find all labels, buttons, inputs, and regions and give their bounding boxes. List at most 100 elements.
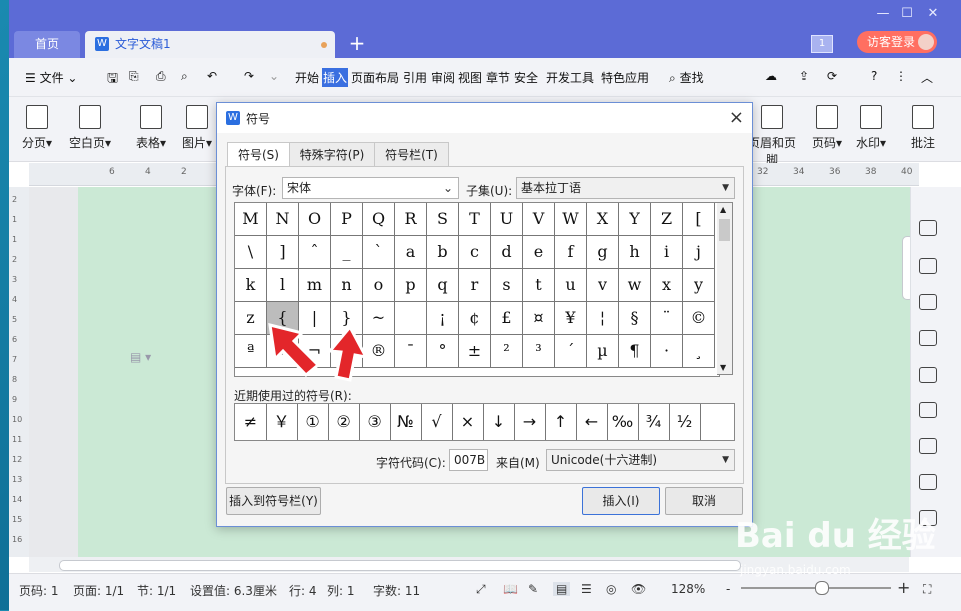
- recent-symbol-cell[interactable]: ¾: [638, 404, 670, 440]
- file-menu[interactable]: ☰ 文件 ⌄: [25, 69, 77, 86]
- tab-symbol[interactable]: 符号(S): [227, 142, 290, 168]
- symbol-cell[interactable]: d: [491, 236, 523, 269]
- symbol-cell[interactable]: e: [523, 236, 555, 269]
- symbol-cell[interactable]: Q: [363, 203, 395, 236]
- recent-symbols[interactable]: ≠ ￥ ① ② ③ № √ × ↓ → ↑ ← ‰ ¾ ½: [234, 403, 735, 441]
- recent-symbol-cell[interactable]: ←: [576, 404, 608, 440]
- symbol-cell[interactable]: m: [299, 269, 331, 302]
- symbol-cell[interactable]: W: [555, 203, 587, 236]
- symbol-cell[interactable]: ¡: [427, 302, 459, 335]
- recent-symbol-cell[interactable]: ②: [328, 404, 360, 440]
- chart-icon[interactable]: [919, 367, 937, 383]
- recent-symbol-cell[interactable]: ①: [297, 404, 329, 440]
- symbol-grid-scroll-thumb[interactable]: [719, 219, 730, 241]
- more-icon[interactable]: ⌄: [269, 69, 279, 83]
- grid-icon[interactable]: [919, 330, 937, 346]
- eye-protect-icon[interactable]: 👁: [631, 582, 646, 596]
- collapse-ribbon-icon[interactable]: ︿: [921, 69, 933, 86]
- close-window-icon[interactable]: ✕: [923, 6, 943, 21]
- share-icon[interactable]: ⇪: [799, 69, 809, 83]
- symbol-cell[interactable]: l: [267, 269, 299, 302]
- symbol-cell[interactable]: N: [267, 203, 299, 236]
- window-count-badge[interactable]: 1: [811, 35, 833, 53]
- menu-start[interactable]: 开始: [295, 69, 319, 86]
- symbol-cell[interactable]: t: [523, 269, 555, 302]
- web-view-icon[interactable]: ◎: [606, 582, 616, 596]
- symbol-cell[interactable]: w: [619, 269, 651, 302]
- symbol-cell[interactable]: v: [587, 269, 619, 302]
- sync-icon[interactable]: ⟳: [827, 69, 837, 83]
- symbol-cell[interactable]: o: [363, 269, 395, 302]
- symbol-cell[interactable]: V: [523, 203, 555, 236]
- symbol-cell[interactable]: y: [683, 269, 715, 302]
- recent-symbol-cell[interactable]: №: [390, 404, 422, 440]
- blank-page-button[interactable]: 空白页▾: [65, 105, 115, 151]
- zoom-value[interactable]: 128%: [671, 582, 705, 596]
- menu-features[interactable]: 特色应用: [601, 69, 649, 86]
- tab-symbol-bar[interactable]: 符号栏(T): [374, 142, 449, 167]
- print-icon[interactable]: ⎙: [156, 69, 166, 84]
- symbol-cell[interactable]: U: [491, 203, 523, 236]
- minimize-icon[interactable]: —: [873, 6, 893, 21]
- save-icon[interactable]: 🖫: [107, 69, 118, 91]
- recent-symbol-cell[interactable]: ½: [669, 404, 701, 440]
- symbol-cell[interactable]: ¯: [395, 335, 427, 368]
- header-footer-button[interactable]: 页眉和页脚: [747, 105, 797, 168]
- tab-document[interactable]: W 文字文稿1: [85, 31, 335, 58]
- symbol-cell[interactable]: R: [395, 203, 427, 236]
- symbol-cell[interactable]: M: [235, 203, 267, 236]
- table-side-icon[interactable]: [919, 294, 937, 310]
- zoom-in-button[interactable]: +: [897, 578, 910, 597]
- recent-symbol-cell[interactable]: ↑: [545, 404, 577, 440]
- recent-symbol-cell[interactable]: ×: [452, 404, 484, 440]
- menu-developer[interactable]: 开发工具: [546, 69, 594, 86]
- zoom-out-button[interactable]: -: [726, 582, 730, 596]
- symbol-cell[interactable]: x: [651, 269, 683, 302]
- char-code-input[interactable]: 007B: [449, 449, 488, 471]
- symbol-cell[interactable]: n: [331, 269, 363, 302]
- symbol-cell[interactable]: [395, 302, 427, 335]
- subset-select[interactable]: 基本拉丁语 ▼: [516, 177, 735, 199]
- font-select[interactable]: 宋体 ⌄: [282, 177, 459, 199]
- menu-insert[interactable]: 插入: [322, 68, 349, 87]
- symbol-cell[interactable]: Z: [651, 203, 683, 236]
- symbol-cell[interactable]: ¨: [651, 302, 683, 335]
- guest-login-button[interactable]: 访客登录: [857, 31, 937, 53]
- symbol-cell[interactable]: ´: [555, 335, 587, 368]
- page-view-icon[interactable]: ▤: [553, 582, 571, 596]
- symbol-cell[interactable]: ±: [459, 335, 491, 368]
- redo-icon[interactable]: ↷: [244, 69, 254, 83]
- symbol-cell[interactable]: ¶: [619, 335, 651, 368]
- image-side-icon[interactable]: [919, 438, 937, 454]
- symbol-cell[interactable]: k: [235, 269, 267, 302]
- menu-page-layout[interactable]: 页面布局: [351, 69, 399, 86]
- recent-symbol-cell[interactable]: ‰: [607, 404, 639, 440]
- scroll-up-icon[interactable]: ▲: [720, 205, 726, 214]
- symbol-cell[interactable]: j: [683, 236, 715, 269]
- menu-review[interactable]: 审阅: [431, 69, 455, 86]
- symbol-cell[interactable]: ]: [267, 236, 299, 269]
- recent-symbol-cell[interactable]: ≠: [235, 404, 267, 440]
- from-select[interactable]: Unicode(十六进制) ▼: [546, 449, 735, 471]
- symbol-cell[interactable]: u: [555, 269, 587, 302]
- maximize-icon[interactable]: ☐: [897, 6, 917, 21]
- dialog-title-bar[interactable]: W 符号 ×: [217, 103, 752, 133]
- undo-icon[interactable]: ↶: [207, 69, 217, 83]
- picture-button[interactable]: 图片▾: [177, 105, 217, 151]
- symbol-cell[interactable]: ¢: [459, 302, 491, 335]
- page-number-button[interactable]: 页码▾: [807, 105, 847, 151]
- help-icon[interactable]: ?: [871, 69, 877, 83]
- symbol-cell[interactable]: ¸: [683, 335, 715, 368]
- settings-sliders-icon[interactable]: [919, 402, 937, 418]
- symbol-cell[interactable]: i: [651, 236, 683, 269]
- symbol-cell[interactable]: ¤: [523, 302, 555, 335]
- cloud-icon[interactable]: ☁: [765, 69, 777, 83]
- symbol-cell[interactable]: T: [459, 203, 491, 236]
- fullscreen-icon[interactable]: ⤢: [476, 582, 486, 597]
- symbol-cell[interactable]: p: [395, 269, 427, 302]
- paragraph-format-icon[interactable]: ▤ ▾: [130, 350, 151, 364]
- symbol-cell[interactable]: £: [491, 302, 523, 335]
- symbol-cell[interactable]: ©: [683, 302, 715, 335]
- vertical-ruler[interactable]: 2 1 1 2 3 4 5 6 7 8 9 10 11 12 13 14 15 16: [9, 187, 29, 557]
- recent-symbol-cell[interactable]: →: [514, 404, 546, 440]
